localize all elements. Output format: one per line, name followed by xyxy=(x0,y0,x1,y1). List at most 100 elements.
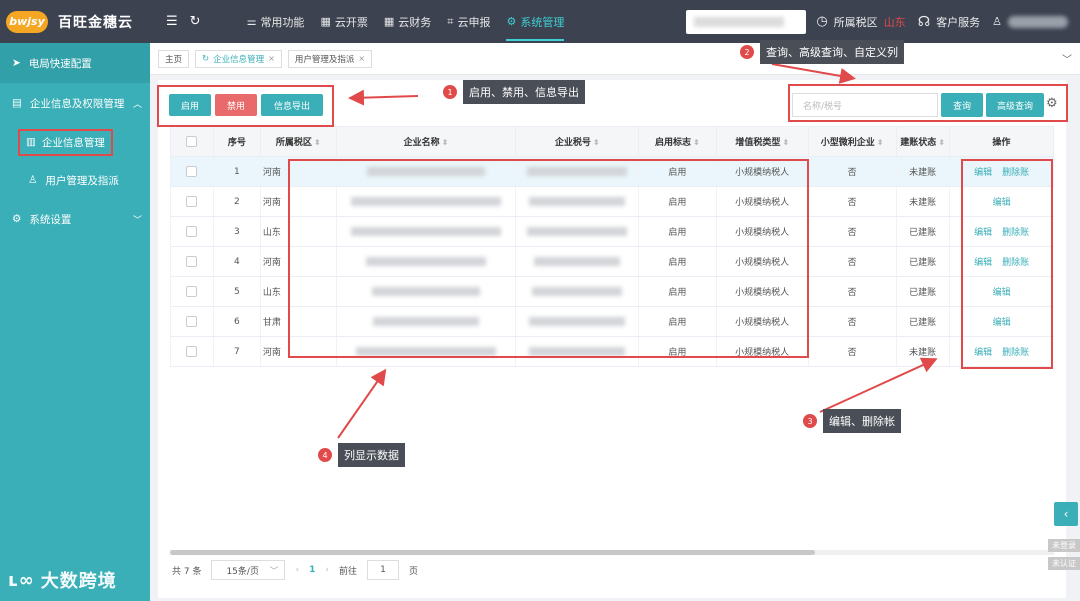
sort-icon: ⬍ xyxy=(782,138,790,147)
row-number: 3 xyxy=(212,216,261,247)
sliders-icon: ⚌ xyxy=(246,15,257,28)
col-header[interactable]: 建账状态 ⬍ xyxy=(895,126,950,157)
col-header: 序号 xyxy=(212,126,261,157)
col-header[interactable]: 小型微利企业 ⬍ xyxy=(807,126,897,157)
customer-service[interactable]: ☊ 客户服务 xyxy=(918,14,980,30)
row-number: 6 xyxy=(212,306,261,337)
top-nav: ⚌ 常用功能 ▦ 云开票 ▦ 云财务 ⌗ 云申报 ⚙ 系统管理 xyxy=(239,0,573,43)
nav-declare[interactable]: ⌗ 云申报 xyxy=(439,0,498,43)
sidebar-item-quick-config[interactable]: ➤ 电局快速配置 xyxy=(0,43,150,83)
user-icon: ♙ xyxy=(992,15,1002,28)
small-enterprise-cell: 否 xyxy=(807,186,897,217)
row-checkbox[interactable] xyxy=(170,336,214,367)
sort-icon: ⬍ xyxy=(592,138,600,147)
col-header[interactable]: 增值税类型 ⬍ xyxy=(715,126,809,157)
tax-area-value: 山东 xyxy=(883,15,906,29)
tax-area[interactable]: ◷ 所属税区 山东 xyxy=(816,14,905,30)
row-checkbox[interactable] xyxy=(170,246,214,277)
account-status-cell: 已建账 xyxy=(895,216,950,247)
account-status-cell: 已建账 xyxy=(895,306,950,337)
small-enterprise-cell: 否 xyxy=(807,246,897,277)
chevron-left-icon: ‹ xyxy=(1063,507,1069,521)
refresh-icon: ↻ xyxy=(202,53,210,64)
sidebar-item-system-settings[interactable]: ⚙ 系统设置 ﹀ xyxy=(0,199,150,239)
annotation-box-1 xyxy=(157,85,334,127)
row-checkbox[interactable] xyxy=(170,186,214,217)
chevron-down-icon[interactable]: ﹀ xyxy=(1062,51,1072,66)
sort-icon: ⬍ xyxy=(693,138,700,147)
top-bar: bwjsy 百旺金穗云 ☰ ↻ ⚌ 常用功能 ▦ 云开票 ▦ 云财务 ⌗ 云申报 ⚙ 系统… xyxy=(0,0,1080,43)
user-menu[interactable]: ♙ xyxy=(992,15,1068,28)
small-enterprise-cell: 否 xyxy=(807,216,897,247)
user-icon: ♙ xyxy=(28,174,38,186)
menu-icon[interactable]: ☰ xyxy=(166,14,178,29)
close-icon[interactable]: × xyxy=(358,54,365,63)
status-badge: 未认证 xyxy=(1048,557,1080,570)
annotation-box-2 xyxy=(788,84,1068,122)
crop-icon: ⌗ xyxy=(447,14,454,28)
company-selector[interactable] xyxy=(686,9,807,34)
sort-icon: ⬍ xyxy=(938,138,945,147)
col-header[interactable]: 企业名称 ⬍ xyxy=(335,126,517,157)
sidebar-item-user-assign[interactable]: ♙ 用户管理及指派 xyxy=(0,161,150,199)
account-status-cell: 未建账 xyxy=(895,186,950,217)
nav-invoice[interactable]: ▦ 云开票 xyxy=(312,0,375,43)
nav-common[interactable]: ⚌ 常用功能 xyxy=(239,0,313,43)
pagination: 共 7 条 15条/页 ﹀ ‹ 1 › 前往 1 页 xyxy=(172,558,418,582)
send-icon: ➤ xyxy=(12,57,21,69)
select-all-checkbox[interactable] xyxy=(170,126,214,157)
small-enterprise-cell: 否 xyxy=(807,276,897,307)
account-status-cell: 已建账 xyxy=(895,246,950,277)
chevron-down-icon: ﹀ xyxy=(269,566,279,577)
grid-icon: ▦ xyxy=(320,15,331,28)
collapse-panel-button[interactable]: ‹ xyxy=(1054,502,1078,526)
row-checkbox[interactable] xyxy=(170,216,214,247)
refresh-icon[interactable]: ↻ xyxy=(190,14,201,29)
annotation-callout-1: 1 启用、禁用、信息导出 xyxy=(443,80,585,104)
row-number: 2 xyxy=(212,186,261,217)
col-header[interactable]: 启用标志 ⬍ xyxy=(638,126,717,157)
close-icon[interactable]: × xyxy=(268,54,275,63)
account-status-cell: 未建账 xyxy=(895,156,950,187)
tab-enterprise-info[interactable]: ↻ 企业信息管理 × xyxy=(195,49,282,68)
next-page-icon[interactable]: › xyxy=(325,565,329,575)
chevron-up-icon: ︿ xyxy=(132,99,142,110)
grid-icon: ▦ xyxy=(383,15,395,28)
watermark-icon: ʟ∞ xyxy=(8,569,35,591)
goto-label: 前往 xyxy=(338,566,357,577)
annotation-callout-4: 4 列显示数据 xyxy=(318,443,405,467)
goto-page-input[interactable]: 1 xyxy=(366,560,399,580)
chevron-down-icon: ﹀ xyxy=(132,215,142,226)
tab-user-assign[interactable]: 用户管理及指派 × xyxy=(287,49,373,68)
nav-system[interactable]: ⚙ 系统管理 xyxy=(498,0,572,43)
sidebar-item-enterprise-perm[interactable]: ▤ 企业信息及权限管理 ︿ xyxy=(0,83,150,123)
col-header[interactable]: 所属税区 ⬍ xyxy=(259,126,337,157)
nav-finance[interactable]: ▦ 云财务 xyxy=(376,0,439,43)
annotation-box-3 xyxy=(961,159,1053,369)
sidebar: ➤ 电局快速配置 ▤ 企业信息及权限管理 ︿ ▥ 企业信息管理 ♙ 用户管理及指… xyxy=(0,43,150,601)
small-enterprise-cell: 否 xyxy=(807,306,897,337)
app-title: 百旺金穗云 xyxy=(58,14,133,31)
user-name-blurred xyxy=(1008,15,1068,28)
col-header[interactable]: 企业税号 ⬍ xyxy=(515,126,640,157)
annotation-callout-2: 2 查询、高级查询、自定义列 xyxy=(740,40,904,64)
prev-page-icon[interactable]: ‹ xyxy=(295,565,299,575)
gear-icon: ⚙ xyxy=(506,15,517,28)
current-page[interactable]: 1 xyxy=(309,565,315,575)
sidebar-item-enterprise-info[interactable]: ▥ 企业信息管理 xyxy=(0,123,150,161)
row-checkbox[interactable] xyxy=(170,276,214,307)
row-checkbox[interactable] xyxy=(170,156,214,187)
page-size-select[interactable]: 15条/页 ﹀ xyxy=(211,560,286,580)
small-enterprise-cell: 否 xyxy=(807,336,897,367)
clock-icon: ◷ xyxy=(816,14,828,29)
horizontal-scrollbar[interactable] xyxy=(170,550,1054,555)
row-number: 5 xyxy=(212,276,261,307)
page-suffix: 页 xyxy=(408,566,418,577)
scrollbar-thumb[interactable] xyxy=(170,550,815,555)
logo-badge: bwjsy xyxy=(6,10,48,33)
watermark-logo: ʟ∞ 大数跨境 xyxy=(8,569,117,593)
logo: bwjsy 百旺金穗云 xyxy=(0,0,150,43)
row-checkbox[interactable] xyxy=(170,306,214,337)
tab-home[interactable]: 主页 xyxy=(158,49,190,68)
headset-icon: ☊ xyxy=(917,13,931,30)
